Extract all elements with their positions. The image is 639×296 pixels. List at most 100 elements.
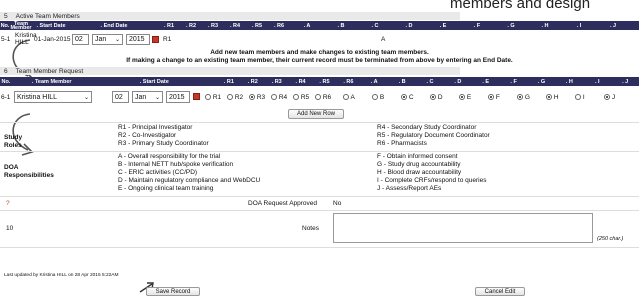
radio-circle — [488, 94, 494, 101]
col-header: No. — [0, 22, 10, 29]
divider — [0, 151, 639, 152]
radio-label: R5 — [300, 94, 310, 101]
start-year-input[interactable]: 2015 — [166, 91, 190, 103]
radio-label: J — [611, 94, 616, 101]
col-header: No. — [1, 78, 11, 85]
role-item: R5 - Regulatory Document Coordinator — [377, 132, 490, 139]
doa-item: F - Obtain informed consent — [377, 153, 458, 160]
doa-approved-value: No — [333, 200, 342, 207]
radio-label: I — [582, 94, 585, 101]
col-header: . R2 — [247, 78, 258, 85]
study-roles-label: Study Roles — [4, 134, 22, 150]
start-month-value: Jan — [135, 93, 147, 101]
help-marker[interactable]: ? — [6, 200, 10, 207]
col-header: . J — [622, 78, 629, 85]
col-header: . I — [594, 78, 600, 85]
doa-item: J - Assess/Report AEs — [377, 185, 442, 192]
char-limit: (250 char.) — [597, 236, 624, 242]
resp-radio-j[interactable]: J — [604, 94, 615, 101]
resp-radio-d[interactable]: D — [430, 94, 443, 101]
radio-label: H — [553, 94, 559, 101]
radio-circle — [315, 94, 321, 101]
radio-circle — [271, 94, 277, 101]
doa-item: G - Study drug accountability — [377, 161, 461, 168]
row-number: 10 — [6, 225, 14, 232]
col-header: . R6 — [273, 22, 285, 29]
end-month-value: Jan — [95, 36, 107, 43]
doa-right: F - Obtain informed consent G - Study dr… — [377, 153, 486, 193]
col-header: . R4 — [229, 22, 241, 29]
role-item: R2 - Co-Investigator — [118, 132, 177, 139]
radio-circle — [575, 94, 581, 101]
end-month-select[interactable]: Jan ⌄ — [92, 34, 123, 45]
last-updated: Last updated by Kristina HILL on 28 Apr … — [4, 273, 119, 278]
col-header: . B — [337, 22, 345, 29]
radio-circle — [517, 94, 523, 101]
col-header: . R2 — [185, 22, 197, 29]
resp-radio-i[interactable]: I — [575, 94, 585, 101]
col-header: . R1 — [163, 22, 175, 29]
radio-label: R6 — [322, 94, 332, 101]
start-date: 01-Jan-2015 — [34, 36, 71, 43]
col-header: . R5 — [251, 22, 263, 29]
role-radio-r2[interactable]: R2 — [227, 94, 243, 101]
doa-item: I - Complete CRFs/respond to queries — [377, 177, 487, 184]
notes-textarea[interactable] — [333, 213, 593, 243]
study-roles-left: R1 - Principal Investigator R2 - Co-Inve… — [118, 124, 209, 148]
col-header: . G — [507, 22, 515, 29]
resp-radio-g[interactable]: G — [517, 94, 530, 101]
add-new-row-button[interactable]: Add New Row — [288, 109, 344, 119]
radio-label: A — [350, 94, 355, 101]
col-header: . G — [537, 78, 546, 85]
chevron-down-icon: ⌄ — [154, 94, 160, 101]
radio-circle — [372, 94, 378, 101]
col-header: . R3 — [207, 22, 219, 29]
section-team-member-request: 6 Team Member Request — [0, 67, 460, 75]
role-radio-r4[interactable]: R4 — [271, 94, 287, 101]
doa-item: A - Overall responsibility for the trial — [118, 153, 221, 160]
resp-radio-c[interactable]: C — [401, 94, 414, 101]
doa-label: DOA Responsibilities — [4, 164, 54, 180]
col-header: . R6 — [343, 78, 354, 85]
resp-radio-h[interactable]: H — [546, 94, 559, 101]
radio-label: D — [437, 94, 443, 101]
member-name-line2: HILL — [15, 39, 29, 46]
start-day-input[interactable]: 02 — [112, 91, 129, 103]
radio-circle — [401, 94, 407, 101]
section-title: Team Member Request — [15, 67, 84, 75]
terminate-record-note: If making a change to an existing team m… — [126, 57, 513, 64]
radio-circle — [459, 94, 465, 101]
radio-circle — [546, 94, 552, 101]
section-title: Active Team Members — [15, 12, 80, 20]
member-request-header: No. . Team Member . Start Date . R1 . R2… — [0, 77, 639, 86]
resp-radio-e[interactable]: E — [459, 94, 471, 101]
radio-label: G — [524, 94, 530, 101]
col-header: . I — [576, 22, 582, 29]
end-year-input[interactable]: 2015 — [126, 34, 150, 45]
role-radio-r6[interactable]: R6 — [315, 94, 331, 101]
resp-radio-b[interactable]: B — [372, 94, 384, 101]
resp-radio-f[interactable]: F — [488, 94, 500, 101]
section-number: 6 — [4, 67, 8, 75]
role-radio-r5[interactable]: R5 — [293, 94, 309, 101]
notes-label: Notes — [302, 225, 319, 232]
col-header: . D — [454, 78, 462, 85]
doa-item: E - Ongoing clinical team training — [118, 185, 214, 192]
radio-label: R3 — [256, 94, 266, 101]
end-day-input[interactable]: 02 — [72, 34, 89, 45]
col-header: . C — [426, 78, 434, 85]
doa-approved-label: DOA Request Approved — [248, 200, 318, 207]
calendar-icon[interactable] — [193, 93, 200, 100]
role-item: R1 - Principal Investigator — [118, 124, 193, 131]
section-active-team-members: 5 Active Team Members — [0, 12, 460, 20]
team-member-select[interactable]: Kristina HILL ⌄ — [14, 91, 92, 103]
resp-radio-a[interactable]: A — [343, 94, 355, 101]
role-radio-r3[interactable]: R3 — [249, 94, 265, 101]
calendar-icon[interactable] — [152, 36, 159, 43]
role-radio-r1[interactable]: R1 — [205, 94, 221, 101]
study-roles-label-line1: Study — [4, 134, 23, 141]
radio-label: R1 — [212, 94, 222, 101]
radio-label: B — [379, 94, 385, 101]
team-member-value: Kristina HILL — [17, 93, 58, 101]
start-month-select[interactable]: Jan ⌄ — [132, 91, 163, 103]
